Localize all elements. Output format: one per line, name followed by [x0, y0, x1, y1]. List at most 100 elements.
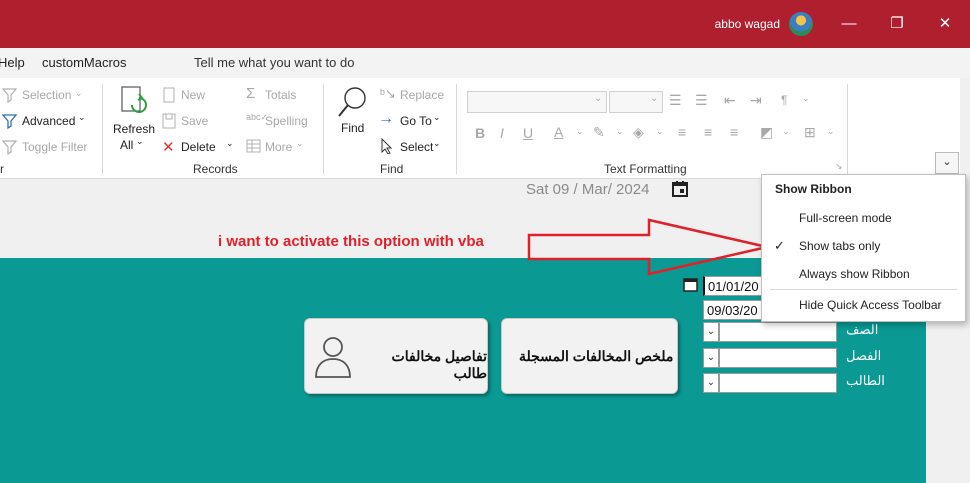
- chevron-down-icon: ⌄: [656, 126, 664, 136]
- chevron-down-icon: ⌄: [75, 88, 83, 98]
- group-divider: [847, 84, 848, 174]
- chevron-down-icon: ⌄: [827, 126, 835, 136]
- new-record-button[interactable]: New: [181, 88, 205, 102]
- class-label: الصف: [846, 322, 879, 337]
- background-image-icon[interactable]: ◩: [760, 124, 773, 141]
- align-left-icon[interactable]: ≡: [678, 124, 686, 140]
- fill-color-icon[interactable]: ◈: [633, 124, 644, 141]
- italic-icon[interactable]: I: [500, 125, 504, 141]
- menu-item-hide-quick-access[interactable]: Hide Quick Access Toolbar: [799, 298, 942, 312]
- more-icon: [246, 139, 261, 153]
- section-combo[interactable]: [719, 348, 837, 368]
- student-label: الطالب: [846, 373, 885, 388]
- minimize-button[interactable]: —: [834, 10, 864, 38]
- align-center-icon[interactable]: ≡: [704, 124, 712, 140]
- menu-title: Show Ribbon: [775, 182, 852, 196]
- replace-icon: ᵇ↘: [380, 86, 396, 101]
- advanced-filter-icon: [2, 114, 18, 129]
- student-combo[interactable]: [719, 373, 837, 393]
- group-label-sort-filter: r: [0, 162, 4, 176]
- violations-summary-label: ملخص المخالفات المسجلة: [519, 348, 674, 364]
- increase-indent-icon[interactable]: ⇥: [750, 92, 762, 109]
- more-button[interactable]: More: [265, 140, 292, 154]
- font-color-icon[interactable]: A: [554, 124, 563, 140]
- date-from-field[interactable]: 01/01/20: [703, 276, 765, 296]
- refresh-all-label-2: All: [120, 138, 134, 152]
- chevron-down-icon: ⌄: [782, 126, 790, 136]
- find-button[interactable]: Find: [341, 121, 364, 135]
- checkmark-icon: ✓: [774, 238, 785, 253]
- chevron-down-icon: ⌄: [802, 93, 810, 103]
- user-avatar[interactable]: [789, 12, 813, 36]
- section-label: الفصل: [846, 348, 882, 363]
- find-icon: [338, 87, 366, 117]
- calendar-icon[interactable]: [671, 180, 689, 198]
- dialog-launcher-icon[interactable]: ↘: [835, 161, 843, 172]
- group-divider: [323, 84, 324, 174]
- ribbon-tab-row: Help customMacros Tell me what you want …: [0, 48, 970, 118]
- violations-summary-button[interactable]: ملخص المخالفات المسجلة: [501, 318, 678, 394]
- class-combo[interactable]: [719, 322, 837, 342]
- goto-icon: →: [378, 110, 394, 127]
- highlight-icon[interactable]: ✎: [593, 124, 605, 141]
- date-to-field[interactable]: 09/03/20: [703, 300, 765, 320]
- underline-icon[interactable]: U: [523, 125, 533, 141]
- menu-item-always-show-ribbon[interactable]: Always show Ribbon: [799, 267, 910, 281]
- save-icon: [162, 113, 176, 129]
- select-pointer-icon: [381, 138, 393, 154]
- toggle-filter-icon: [2, 140, 18, 155]
- tell-me-search[interactable]: Tell me what you want to do: [194, 55, 354, 70]
- chevron-down-icon: ⌄: [296, 138, 304, 148]
- section-dropdown-button[interactable]: ⌄: [703, 348, 719, 368]
- bullets-icon[interactable]: ☰: [669, 92, 682, 109]
- group-label-find: Find: [380, 162, 404, 176]
- delete-record-button[interactable]: Delete: [181, 140, 216, 154]
- bold-icon[interactable]: B: [475, 125, 485, 141]
- gridlines-icon[interactable]: ⊞: [804, 124, 816, 141]
- toggle-filter-button[interactable]: Toggle Filter: [22, 140, 87, 154]
- current-date: Sat 09 / Mar/ 2024: [526, 181, 650, 198]
- replace-button[interactable]: Replace: [400, 88, 444, 102]
- group-label-text-formatting: Text Formatting: [604, 162, 687, 176]
- annotation-arrow: [527, 218, 768, 276]
- spelling-button[interactable]: Spelling: [265, 114, 308, 128]
- filter-selection-icon: [2, 88, 18, 103]
- calendar-icon[interactable]: [683, 277, 699, 292]
- numbering-icon[interactable]: ☰: [695, 92, 708, 109]
- restore-button[interactable]: ❐: [882, 10, 912, 38]
- select-button[interactable]: Select: [400, 140, 433, 154]
- annotation-text: i want to activate this option with vba: [218, 233, 484, 250]
- chevron-down-icon: ⌄: [433, 112, 441, 122]
- student-violations-button[interactable]: تفاصيل مخالفات طالب: [304, 318, 488, 394]
- student-violations-label: تفاصيل مخالفات طالب: [391, 348, 487, 381]
- decrease-indent-icon[interactable]: ⇤: [724, 92, 736, 109]
- close-button[interactable]: ✕: [930, 10, 960, 38]
- class-dropdown-button[interactable]: ⌄: [703, 322, 719, 342]
- menu-divider: [770, 289, 957, 290]
- totals-button[interactable]: Totals: [265, 88, 296, 102]
- totals-icon: Σ: [246, 85, 256, 102]
- student-dropdown-button[interactable]: ⌄: [703, 373, 719, 393]
- chevron-down-icon: ⌄: [616, 126, 624, 136]
- user-name[interactable]: abbo wagad: [715, 17, 780, 31]
- title-bar: abbo wagad — ❐ ✕: [0, 0, 970, 48]
- tab-help[interactable]: Help: [0, 55, 25, 70]
- chevron-down-icon: ⌄: [226, 138, 234, 148]
- group-label-records: Records: [193, 162, 238, 176]
- save-record-button[interactable]: Save: [181, 114, 208, 128]
- advanced-button[interactable]: Advanced: [22, 114, 75, 128]
- tab-custom-macros[interactable]: customMacros: [42, 55, 127, 70]
- chevron-down-icon: ⌄: [78, 112, 86, 122]
- align-right-icon[interactable]: ≡: [730, 124, 738, 140]
- chevron-down-icon: ⌄: [433, 138, 441, 148]
- group-divider: [102, 84, 103, 174]
- ribbon-display-options-button[interactable]: ⌄: [935, 152, 959, 174]
- goto-button[interactable]: Go To: [400, 114, 432, 128]
- refresh-all-button[interactable]: Refresh: [113, 122, 155, 136]
- selection-button[interactable]: Selection: [22, 88, 71, 102]
- menu-item-full-screen[interactable]: Full-screen mode: [799, 211, 892, 225]
- font-name-combo[interactable]: [467, 91, 607, 113]
- chevron-down-icon: ⌄: [594, 93, 603, 104]
- paragraph-direction-icon[interactable]: ¶: [781, 93, 787, 107]
- menu-item-show-tabs-only[interactable]: Show tabs only: [799, 239, 880, 253]
